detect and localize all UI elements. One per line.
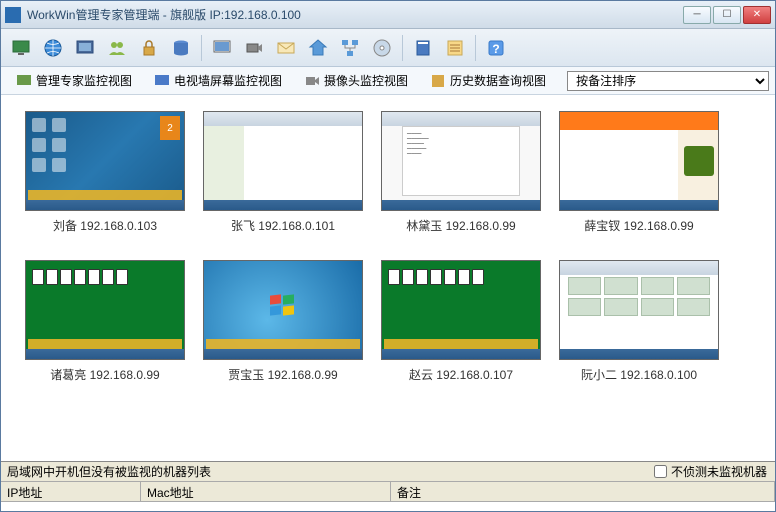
bottom-panel: 局域网中开机但没有被监视的机器列表 不侦测未监视机器 IP地址 Mac地址 备注 [1, 461, 775, 502]
screenshot-preview [203, 111, 363, 211]
screenshot-preview [25, 260, 185, 360]
screenshot-preview: 2 [25, 111, 185, 211]
lock-icon[interactable] [135, 34, 163, 62]
home-icon[interactable] [304, 34, 332, 62]
thumbnail[interactable]: 张飞 192.168.0.101 [203, 111, 363, 234]
thumbnail[interactable]: 诸葛亮 192.168.0.99 [25, 260, 185, 383]
thumbnail-caption: 诸葛亮 192.168.0.99 [50, 366, 159, 383]
tab-manager-view[interactable]: 管理专家监控视图 [7, 68, 141, 93]
tab-history-view[interactable]: 历史数据查询视图 [421, 68, 555, 93]
detect-checkbox[interactable] [654, 465, 667, 478]
main-content[interactable]: 2 刘备 192.168.0.103 张飞 192.168.0.101 ━━━━━━━… [1, 95, 775, 461]
screen-icon[interactable] [71, 34, 99, 62]
tab-camera-view[interactable]: 摄像头监控视图 [295, 68, 417, 93]
disc-icon[interactable] [368, 34, 396, 62]
tab-label: 管理专家监控视图 [36, 72, 132, 89]
minimize-button[interactable]: ─ [683, 6, 711, 24]
tab-label: 历史数据查询视图 [450, 72, 546, 89]
globe-icon[interactable] [39, 34, 67, 62]
sort-container: 按备注排序 [567, 71, 769, 91]
maximize-button[interactable]: ☐ [713, 6, 741, 24]
camera-icon [304, 73, 320, 89]
monitor-icon [16, 73, 32, 89]
users-icon[interactable] [103, 34, 131, 62]
thumbnail[interactable]: 赵云 192.168.0.107 [381, 260, 541, 383]
app-icon [5, 7, 21, 23]
separator [201, 35, 202, 61]
screenshot-preview [203, 260, 363, 360]
thumbnail[interactable]: 薛宝钗 192.168.0.99 [559, 111, 719, 234]
bottom-title: 局域网中开机但没有被监视的机器列表 [1, 463, 646, 480]
col-ip[interactable]: IP地址 [1, 482, 141, 501]
network-icon[interactable] [336, 34, 364, 62]
screenshot-preview [559, 260, 719, 360]
screenshot-preview [381, 260, 541, 360]
display-icon[interactable] [208, 34, 236, 62]
camera-icon[interactable] [240, 34, 268, 62]
sort-select[interactable]: 按备注排序 [567, 71, 769, 91]
svg-text:?: ? [492, 42, 499, 56]
mail-icon[interactable] [272, 34, 300, 62]
bottom-header: 局域网中开机但没有被监视的机器列表 不侦测未监视机器 [1, 462, 775, 482]
window-controls: ─ ☐ ✕ [683, 6, 771, 24]
tab-label: 摄像头监控视图 [324, 72, 408, 89]
thumbnail[interactable]: ━━━━━━━━━━━━━━━━━━━━━━━━━━━━━━━━━━━━ 林黛玉 … [381, 111, 541, 234]
thumbnail-grid: 2 刘备 192.168.0.103 张飞 192.168.0.101 ━━━━━━━… [25, 111, 751, 383]
thumbnail-caption: 赵云 192.168.0.107 [409, 366, 513, 383]
thumbnail[interactable]: 贾宝玉 192.168.0.99 [203, 260, 363, 383]
screenshot-preview [559, 111, 719, 211]
titlebar: WorkWin管理专家管理端 - 旗舰版 IP:192.168.0.100 ─ … [1, 1, 775, 29]
book-icon[interactable] [409, 34, 437, 62]
monitor-icon[interactable] [7, 34, 35, 62]
thumbnail-caption: 薛宝钗 192.168.0.99 [584, 217, 693, 234]
separator [475, 35, 476, 61]
database-icon[interactable] [167, 34, 195, 62]
tab-label: 电视墙屏幕监控视图 [174, 72, 282, 89]
separator [402, 35, 403, 61]
tab-tvwall-view[interactable]: 电视墙屏幕监控视图 [145, 68, 291, 93]
list-icon[interactable] [441, 34, 469, 62]
history-icon [430, 73, 446, 89]
screenshot-preview: ━━━━━━━━━━━━━━━━━━━━━━━━━━━━━━━━━━━━ [381, 111, 541, 211]
window-title: WorkWin管理专家管理端 - 旗舰版 IP:192.168.0.100 [27, 6, 683, 23]
thumbnail-caption: 刘备 192.168.0.103 [53, 217, 157, 234]
tv-icon [154, 73, 170, 89]
detect-checkbox-label[interactable]: 不侦测未监视机器 [646, 463, 775, 480]
help-icon[interactable]: ? [482, 34, 510, 62]
thumbnail[interactable]: 2 刘备 192.168.0.103 [25, 111, 185, 234]
column-headers: IP地址 Mac地址 备注 [1, 482, 775, 502]
thumbnail-caption: 林黛玉 192.168.0.99 [406, 217, 515, 234]
view-tabs: 管理专家监控视图 电视墙屏幕监控视图 摄像头监控视图 历史数据查询视图 按备注排… [1, 67, 775, 95]
thumbnail-caption: 阮小二 192.168.0.100 [581, 366, 697, 383]
col-mac[interactable]: Mac地址 [141, 482, 391, 501]
toolbar: ? [1, 29, 775, 67]
thumbnail-caption: 张飞 192.168.0.101 [231, 217, 335, 234]
thumbnail-caption: 贾宝玉 192.168.0.99 [228, 366, 337, 383]
thumbnail[interactable]: 阮小二 192.168.0.100 [559, 260, 719, 383]
col-note[interactable]: 备注 [391, 482, 775, 501]
close-button[interactable]: ✕ [743, 6, 771, 24]
